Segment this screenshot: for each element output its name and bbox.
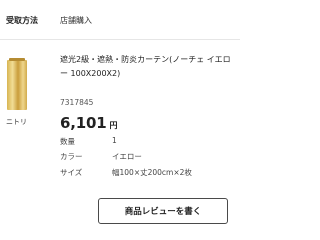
spec-row-quantity: 数量 1 (60, 136, 235, 152)
price: 6,101 円 (60, 113, 117, 132)
price-unit: 円 (109, 121, 118, 130)
price-amount: 6,101 (60, 114, 107, 132)
spec-row-color: カラー イエロー (60, 151, 235, 167)
brand-name: ニトリ (6, 118, 27, 126)
spec-row-size: サイズ 幅100×丈200cm×2枚 (60, 167, 235, 183)
spec-value: イエロー (112, 152, 142, 161)
product-title[interactable]: 遮光2級・遮熱・防炎カーテン(ノーチェ イエロー 100X200X2) (60, 53, 238, 81)
receive-method-label: 受取方法 (6, 16, 38, 25)
product-thumbnail[interactable] (7, 58, 27, 110)
spec-value: 1 (112, 136, 117, 145)
write-review-button[interactable]: 商品レビューを書く (98, 198, 228, 224)
receive-method-row: 受取方法 店舗購入 (0, 0, 240, 40)
product-sku: 7317845 (60, 98, 94, 107)
spec-label: カラー (60, 152, 83, 161)
spec-label: サイズ (60, 168, 83, 177)
spec-label: 数量 (60, 137, 75, 146)
spec-value: 幅100×丈200cm×2枚 (112, 168, 192, 177)
receive-method-value: 店舗購入 (60, 16, 92, 25)
